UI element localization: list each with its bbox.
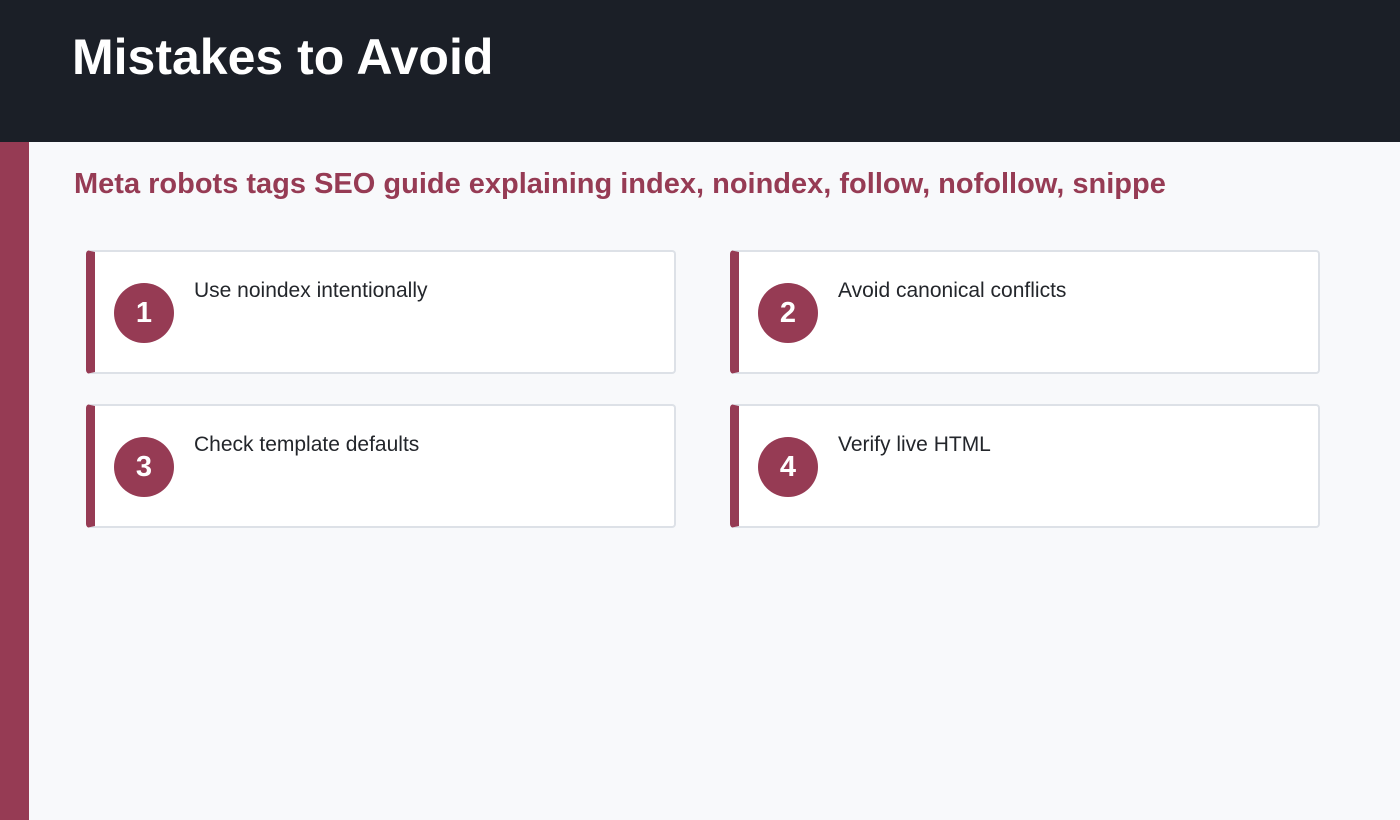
mistake-card-1: 1 Use noindex intentionally: [86, 250, 676, 374]
step-number-badge: 4: [758, 437, 818, 497]
mistake-card-3: 3 Check template defaults: [86, 404, 676, 528]
mistake-label: Check template defaults: [194, 433, 420, 456]
mistake-label: Verify live HTML: [838, 433, 991, 456]
mistake-label: Avoid canonical conflicts: [838, 279, 1067, 302]
step-number-badge: 2: [758, 283, 818, 343]
accent-bar: [0, 142, 29, 820]
page-title: Mistakes to Avoid: [72, 29, 494, 85]
header: Mistakes to Avoid: [0, 0, 1400, 142]
step-number-badge: 3: [114, 437, 174, 497]
mistake-label: Use noindex intentionally: [194, 279, 428, 302]
step-number-badge: 1: [114, 283, 174, 343]
page-subtitle: Meta robots tags SEO guide explaining in…: [74, 168, 1166, 200]
mistake-card-4: 4 Verify live HTML: [730, 404, 1320, 528]
mistake-card-2: 2 Avoid canonical conflicts: [730, 250, 1320, 374]
